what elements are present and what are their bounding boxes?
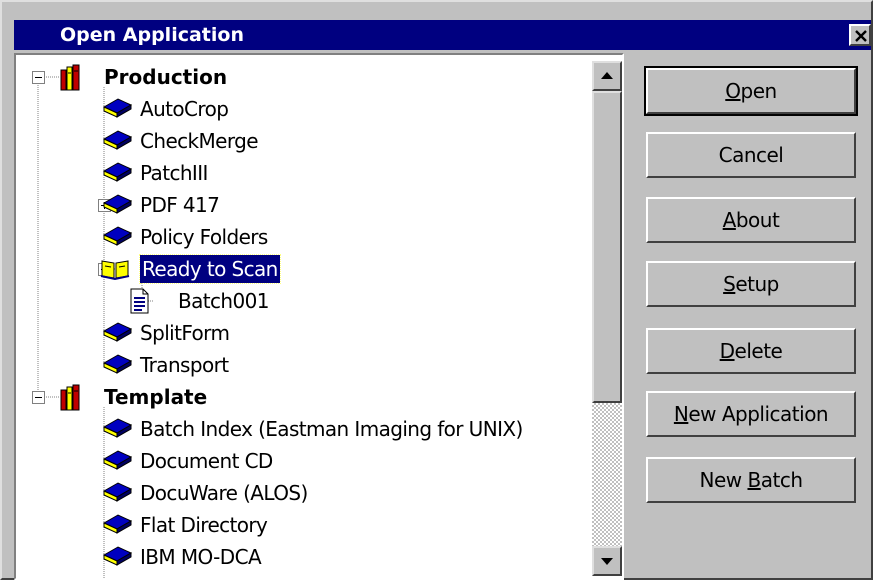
open-button-accesskey: O [725, 79, 741, 103]
arrow-down-icon [601, 558, 613, 565]
book-icon [102, 416, 133, 445]
book-icon [102, 320, 133, 349]
tree-item-batch001[interactable]: Batch001 [178, 287, 269, 315]
tree-item-document-cd[interactable]: Document CD [140, 447, 273, 475]
close-icon [855, 30, 867, 42]
delete-button[interactable]: Delete [646, 328, 856, 374]
scroll-track[interactable] [592, 91, 622, 546]
new-batch-button-label: atch [760, 468, 803, 492]
new-application-button-accesskey: N [673, 402, 689, 426]
new-batch-button[interactable]: New Batch [646, 457, 856, 503]
open-application-dialog: Open Application Production AutoCrop Check… [0, 0, 873, 580]
setup-button-accesskey: S [723, 272, 736, 296]
tree-item-batch-index-eastman-imaging-for-unix[interactable]: Batch Index (Eastman Imaging for UNIX) [140, 415, 523, 443]
new-batch-button-label-pre: New [699, 468, 748, 492]
scroll-down-button[interactable] [592, 546, 622, 576]
about-button-accesskey: A [722, 208, 737, 232]
collapse-production-toggle[interactable] [32, 71, 45, 84]
book-icon [102, 544, 133, 573]
open-button[interactable]: Open [644, 66, 858, 116]
cancel-button[interactable]: Cancel [646, 132, 856, 178]
tree-item-flat-directory[interactable]: Flat Directory [140, 511, 268, 539]
scroll-up-button[interactable] [592, 61, 622, 91]
setup-button-label: etup [735, 272, 779, 296]
tree-item-template[interactable]: Template [104, 383, 207, 411]
tree-item-checkmerge[interactable]: CheckMerge [140, 127, 259, 155]
tree-item-ibm-mo-dca[interactable]: IBM MO-DCA [140, 543, 262, 571]
application-tree[interactable]: Production AutoCrop CheckMerge PatchIII PDF … [14, 53, 624, 580]
arrow-up-icon [601, 72, 613, 79]
tree-vertical-scrollbar[interactable] [592, 61, 622, 576]
delete-button-accesskey: D [719, 339, 735, 363]
tree-item-patchiii[interactable]: PatchIII [140, 159, 208, 187]
tree-item-autocrop[interactable]: AutoCrop [140, 95, 229, 123]
tree-item-pdf-417[interactable]: PDF 417 [140, 191, 220, 219]
new-application-button[interactable]: New Application [646, 391, 856, 437]
book-icon [102, 96, 133, 125]
tree-item-docuware-alos[interactable]: DocuWare (ALOS) [140, 479, 308, 507]
title-bar[interactable]: Open Application [14, 20, 871, 50]
book-icon [102, 128, 133, 157]
new-application-button-label: ew Application [688, 402, 829, 426]
minus-icon [35, 397, 42, 398]
books-icon [60, 384, 82, 417]
open-button-label: pen [740, 79, 778, 103]
minus-icon [35, 77, 42, 78]
tree-item-transport[interactable]: Transport [140, 351, 229, 379]
collapse-template-toggle[interactable] [32, 391, 45, 404]
books-icon [60, 64, 82, 97]
dialog-title: Open Application [60, 24, 244, 46]
new-batch-button-accesskey: B [747, 468, 761, 492]
close-button[interactable] [849, 24, 871, 46]
cancel-button-label: Cancel [718, 143, 784, 167]
setup-button[interactable]: Setup [646, 261, 856, 307]
tree-item-splitform[interactable]: SplitForm [140, 319, 230, 347]
about-button-label: bout [735, 208, 780, 232]
book-icon [102, 160, 133, 189]
delete-button-label: elete [734, 339, 783, 363]
tree-item-production[interactable]: Production [104, 63, 227, 91]
open-book-icon [100, 256, 130, 285]
document-icon [128, 288, 150, 319]
about-button[interactable]: About [646, 197, 856, 243]
book-icon [102, 192, 133, 221]
scroll-thumb[interactable] [592, 91, 622, 403]
tree-item-ready-to-scan[interactable]: Ready to Scan [139, 254, 281, 284]
book-icon [102, 480, 133, 509]
book-icon [102, 224, 133, 253]
book-icon [102, 512, 133, 541]
tree-item-policy-folders[interactable]: Policy Folders [140, 223, 268, 251]
book-icon [102, 448, 133, 477]
book-icon [102, 352, 133, 381]
